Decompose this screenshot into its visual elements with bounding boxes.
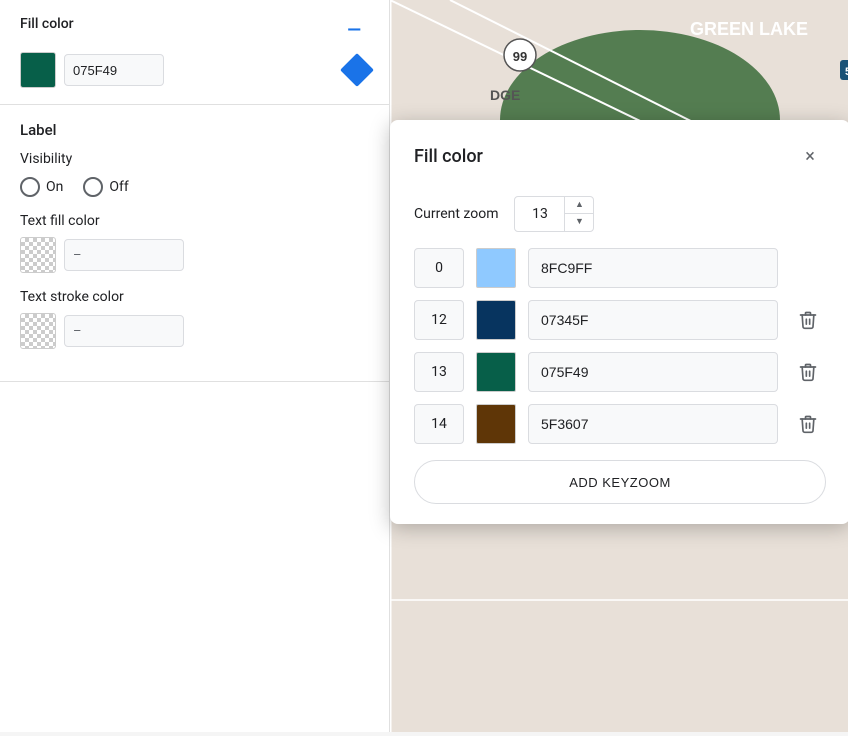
trash-icon <box>798 310 818 330</box>
kz-zoom-number: 13 <box>414 352 464 392</box>
keyzoom-row: 0 <box>414 248 826 288</box>
radio-on-label: On <box>46 179 63 195</box>
text-fill-input[interactable]: – <box>64 239 184 271</box>
text-fill-label: Text fill color <box>20 213 369 229</box>
kz-color-input[interactable] <box>528 404 778 444</box>
kz-delete-button[interactable] <box>790 302 826 338</box>
kz-color-input[interactable] <box>528 300 778 340</box>
visibility-label: Visibility <box>20 151 369 167</box>
text-stroke-input[interactable]: – <box>64 315 184 347</box>
kz-color-swatch[interactable] <box>476 404 516 444</box>
add-keyzoom-button[interactable]: ADD KEYZOOM <box>414 460 826 504</box>
label-section: Label Visibility On Off Text fill color … <box>0 105 389 382</box>
visibility-radio-group: On Off <box>20 177 369 197</box>
zoom-arrows: ▲ ▼ <box>565 197 593 231</box>
label-title: Label <box>20 121 369 139</box>
keyzoom-row: 14 <box>414 404 826 444</box>
kz-zoom-number: 12 <box>414 300 464 340</box>
radio-off-option[interactable]: Off <box>83 177 128 197</box>
text-fill-swatch[interactable] <box>20 237 56 273</box>
text-fill-row: – <box>20 237 369 273</box>
keyzoom-rows: 0 12 13 <box>390 248 848 444</box>
kz-color-swatch[interactable] <box>476 248 516 288</box>
diamond-icon[interactable] <box>340 53 374 87</box>
radio-on-option[interactable]: On <box>20 177 63 197</box>
kz-zoom-number: 14 <box>414 404 464 444</box>
trash-icon <box>798 414 818 434</box>
kz-delete-button[interactable] <box>790 406 826 442</box>
close-icon: × <box>805 146 815 167</box>
fill-color-swatch[interactable] <box>20 52 56 88</box>
fill-color-title: Fill color <box>20 16 74 32</box>
text-stroke-row: – <box>20 313 369 349</box>
radio-off-circle[interactable] <box>83 177 103 197</box>
text-stroke-swatch[interactable] <box>20 313 56 349</box>
radio-off-label: Off <box>109 179 128 195</box>
fill-color-input[interactable] <box>64 54 164 86</box>
fill-color-input-row <box>20 52 164 88</box>
zoom-row: Current zoom 13 ▲ ▼ <box>390 188 848 248</box>
kz-color-input[interactable] <box>528 352 778 392</box>
radio-on-circle[interactable] <box>20 177 40 197</box>
kz-zoom-number: 0 <box>414 248 464 288</box>
kz-color-swatch[interactable] <box>476 352 516 392</box>
keyzoom-row: 13 <box>414 352 826 392</box>
text-stroke-label: Text stroke color <box>20 289 369 305</box>
kz-color-input[interactable] <box>528 248 778 288</box>
svg-text:GREEN LAKE: GREEN LAKE <box>690 19 808 39</box>
zoom-control[interactable]: 13 ▲ ▼ <box>514 196 594 232</box>
zoom-up-arrow[interactable]: ▲ <box>565 197 593 214</box>
add-keyzoom-label: ADD KEYZOOM <box>569 475 671 490</box>
svg-text:DGE: DGE <box>490 87 520 103</box>
fill-color-section: Fill color — <box>0 0 389 105</box>
kz-delete-button[interactable] <box>790 354 826 390</box>
popup-header: Fill color × <box>390 120 848 188</box>
fill-color-popup: Fill color × Current zoom 13 ▲ ▼ 0 12 <box>390 120 848 524</box>
popup-close-button[interactable]: × <box>794 140 826 172</box>
trash-icon <box>798 362 818 382</box>
kz-color-swatch[interactable] <box>476 300 516 340</box>
popup-title: Fill color <box>414 146 483 167</box>
keyzoom-row: 12 <box>414 300 826 340</box>
zoom-value: 13 <box>515 197 565 231</box>
fill-color-minus[interactable]: — <box>339 20 369 41</box>
svg-text:99: 99 <box>513 49 527 64</box>
zoom-down-arrow[interactable]: ▼ <box>565 214 593 231</box>
left-panel: Fill color — Label Visibility On Off <box>0 0 390 732</box>
fill-color-left: Fill color <box>20 16 74 44</box>
current-zoom-label: Current zoom <box>414 206 498 222</box>
